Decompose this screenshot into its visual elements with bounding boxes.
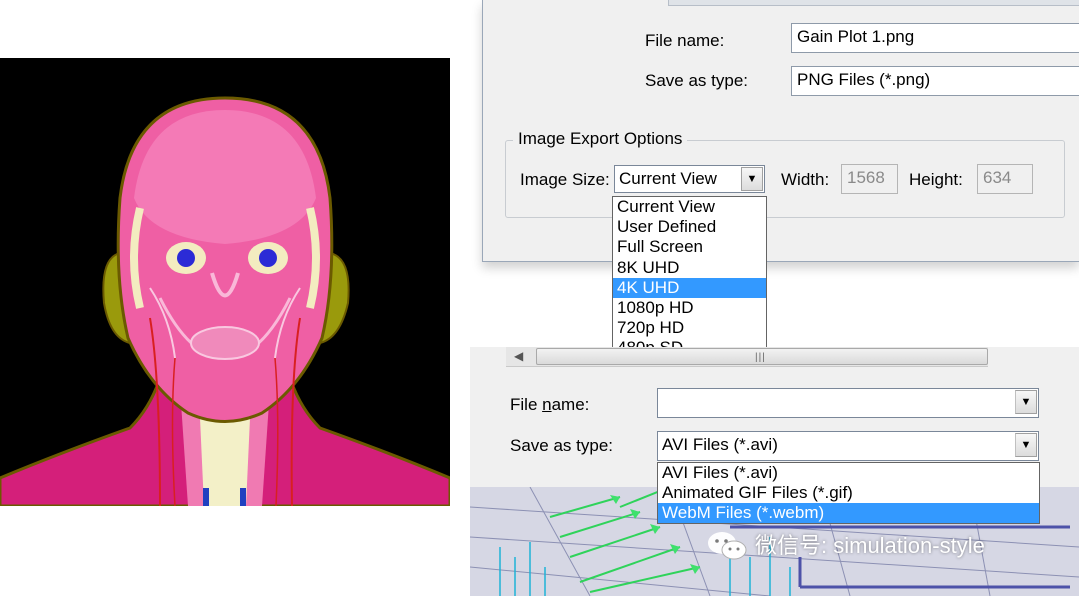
file-name-label-part: File [510, 395, 543, 414]
save-type-label: Save as type: [510, 436, 614, 455]
chevron-left-icon[interactable]: ◀ [514, 349, 523, 363]
image-size-dropdown-list[interactable]: Current View User Defined Full Screen 8K… [612, 196, 767, 349]
file-name-combo[interactable]: ▼ [657, 388, 1039, 418]
height-input[interactable]: 634 [977, 164, 1033, 194]
save-type-value: AVI Files (*.avi) [662, 435, 778, 454]
save-type-dropdown-list[interactable]: AVI Files (*.avi) Animated GIF Files (*.… [657, 462, 1040, 524]
width-input[interactable]: 1568 [841, 164, 898, 194]
image-export-dialog: File name: Gain Plot 1.png Save as type:… [482, 0, 1079, 262]
image-size-label: Image Size: [520, 170, 610, 189]
group-title: Image Export Options [513, 129, 688, 149]
type-option-webm[interactable]: WebM Files (*.webm) [658, 503, 1039, 523]
dialog-top-edge [668, 0, 1079, 6]
image-size-select[interactable]: Current View ▼ [614, 165, 765, 193]
horizontal-scrollbar[interactable]: ◀ ||| [506, 347, 988, 367]
chevron-down-icon[interactable]: ▼ [1015, 390, 1037, 414]
head-model [0, 96, 450, 506]
anatomy-render-view[interactable] [0, 58, 450, 506]
width-label: Width: [781, 170, 830, 189]
file-name-label: File name: [645, 31, 725, 50]
image-size-value: Current View [619, 169, 717, 188]
size-option-full-screen[interactable]: Full Screen [613, 237, 766, 257]
type-option-avi[interactable]: AVI Files (*.avi) [658, 463, 1039, 483]
size-option-8k-uhd[interactable]: 8K UHD [613, 258, 766, 278]
save-type-select[interactable]: PNG Files (*.png) [791, 66, 1079, 96]
save-type-label: Save as type: [645, 71, 749, 90]
file-name-label: File name: [510, 395, 589, 415]
chevron-down-icon[interactable]: ▼ [1015, 433, 1037, 457]
watermark: 微信号: simulation-style [707, 530, 985, 562]
height-label: Height: [909, 170, 963, 189]
file-name-input[interactable]: Gain Plot 1.png [791, 23, 1079, 53]
file-name-label-mnemonic: n [542, 395, 552, 414]
wechat-icon [708, 532, 747, 560]
size-option-1080p-hd[interactable]: 1080p HD [613, 298, 766, 318]
save-type-combo[interactable]: AVI Files (*.avi) ▼ [657, 431, 1039, 461]
watermark-text: 微信号: simulation-style [755, 533, 985, 558]
size-option-4k-uhd[interactable]: 4K UHD [613, 277, 766, 298]
size-option-720p-hd[interactable]: 720p HD [613, 318, 766, 338]
chevron-down-icon[interactable]: ▼ [741, 167, 763, 191]
file-name-label-part: ame: [551, 395, 590, 414]
type-option-gif[interactable]: Animated GIF Files (*.gif) [658, 483, 1039, 503]
size-option-current-view[interactable]: Current View [613, 197, 766, 217]
size-option-user-defined[interactable]: User Defined [613, 217, 766, 237]
scrollbar-thumb[interactable]: ||| [536, 348, 988, 365]
scroll-grip-icon: ||| [755, 352, 766, 363]
